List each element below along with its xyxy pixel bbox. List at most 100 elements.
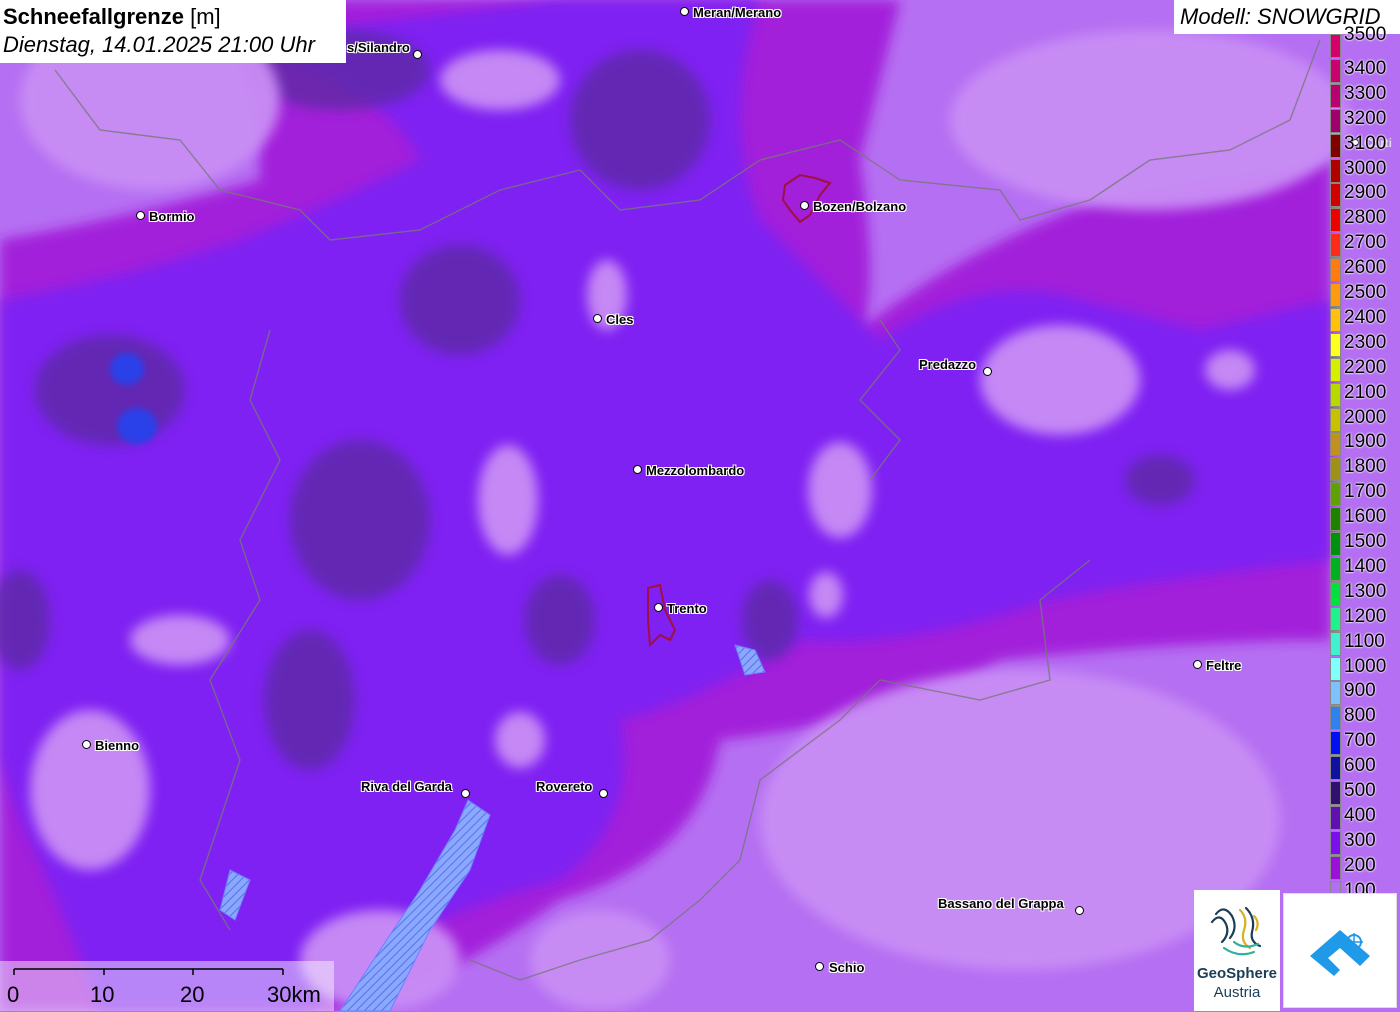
city-label: Bozen/Bolzano bbox=[813, 199, 907, 214]
legend-label: 1800 bbox=[1344, 456, 1387, 478]
city-label: Riva del Garda bbox=[361, 779, 453, 794]
map-title: Schneefallgrenze [m] bbox=[3, 4, 221, 30]
legend-label: 2100 bbox=[1344, 381, 1387, 403]
city-label: Rovereto bbox=[536, 779, 593, 794]
city-label: Feltre bbox=[1206, 658, 1242, 673]
legend-swatch bbox=[1330, 83, 1341, 108]
legend-label: 1900 bbox=[1344, 431, 1387, 453]
city-label: Meran/Merano bbox=[693, 5, 782, 20]
city-marker bbox=[654, 603, 663, 612]
legend-swatch bbox=[1330, 731, 1341, 756]
legend-label: 200 bbox=[1344, 854, 1376, 876]
legend-label: 600 bbox=[1344, 755, 1376, 777]
scale-label-0: 0 bbox=[7, 982, 20, 1007]
legend-swatch bbox=[1330, 208, 1341, 233]
city-marker bbox=[1075, 906, 1084, 915]
city-label: Schio bbox=[829, 960, 865, 975]
legend-label: 1600 bbox=[1344, 506, 1387, 528]
city-label: Bormio bbox=[149, 209, 195, 224]
legend-label: 2400 bbox=[1344, 306, 1387, 328]
legend-swatch bbox=[1330, 382, 1341, 407]
legend-swatch bbox=[1330, 556, 1341, 581]
legend-swatch bbox=[1330, 357, 1341, 382]
legend-swatch bbox=[1330, 133, 1341, 158]
legend-label: 900 bbox=[1344, 680, 1376, 702]
geosphere-emblem-icon bbox=[1210, 906, 1262, 956]
legend-swatch bbox=[1330, 34, 1341, 58]
legend-swatch bbox=[1330, 407, 1341, 432]
city-marker bbox=[599, 789, 608, 798]
legend-label: 1000 bbox=[1344, 655, 1387, 677]
legend-label: 3200 bbox=[1344, 107, 1387, 129]
legend-label: 800 bbox=[1344, 705, 1376, 727]
city-marker bbox=[413, 50, 422, 59]
legend-label: 1200 bbox=[1344, 605, 1387, 627]
parameter-name: Schneefallgrenze bbox=[3, 4, 184, 29]
legend-label: 2500 bbox=[1344, 282, 1387, 303]
city-label: Cles bbox=[606, 312, 634, 327]
legend-swatch bbox=[1330, 781, 1341, 805]
house-snowflake-icon bbox=[1310, 930, 1370, 976]
legend-label: 1300 bbox=[1344, 580, 1387, 602]
legend-swatch bbox=[1330, 457, 1341, 482]
legend-swatch bbox=[1330, 706, 1341, 731]
legend-label: 2300 bbox=[1344, 331, 1387, 353]
city-label: Predazzo bbox=[919, 357, 977, 372]
city-marker bbox=[680, 7, 689, 16]
legend-swatch bbox=[1330, 283, 1341, 307]
legend-swatch bbox=[1330, 805, 1341, 830]
city-marker bbox=[983, 367, 992, 376]
city-marker bbox=[461, 789, 470, 798]
city-marker bbox=[593, 314, 602, 323]
city-marker bbox=[633, 465, 642, 474]
geosphere-country: Austria bbox=[1213, 984, 1261, 1001]
legend-label: 3300 bbox=[1344, 82, 1387, 104]
legend-swatch bbox=[1330, 507, 1341, 532]
geosphere-logo[interactable]: GeoSphere Austria bbox=[1194, 890, 1280, 1011]
legend-swatch bbox=[1330, 108, 1341, 133]
city-marker bbox=[815, 962, 824, 971]
legend-label: 1100 bbox=[1344, 630, 1385, 652]
scale-bar-line bbox=[13, 968, 284, 975]
legend-label: 2700 bbox=[1344, 232, 1387, 254]
legend-label: 3500 bbox=[1344, 24, 1387, 45]
legend-swatch bbox=[1330, 183, 1341, 208]
legend-label: 2200 bbox=[1344, 356, 1387, 378]
city-marker bbox=[82, 740, 91, 749]
legend-swatch bbox=[1330, 656, 1341, 681]
geosphere-name: GeoSphere bbox=[1196, 965, 1278, 982]
legend-swatch bbox=[1330, 681, 1341, 706]
city-marker bbox=[136, 211, 145, 220]
legend-swatch bbox=[1330, 58, 1341, 83]
scale-label-20: 20 bbox=[180, 982, 205, 1007]
legend-label: 2600 bbox=[1344, 257, 1387, 279]
city-label: Trento bbox=[667, 601, 707, 616]
legend-label: 700 bbox=[1344, 730, 1376, 752]
legend-label: 2000 bbox=[1344, 406, 1387, 428]
legend-label: 500 bbox=[1344, 780, 1376, 801]
city-label: Mezzolombardo bbox=[646, 463, 745, 478]
legend-swatch bbox=[1330, 307, 1341, 332]
snowline-map[interactable] bbox=[0, 0, 1400, 1011]
city-label: Bassano del Grappa bbox=[938, 896, 1064, 911]
legend-swatch bbox=[1330, 332, 1341, 357]
legend-swatch bbox=[1330, 581, 1341, 606]
weather-app-logo[interactable] bbox=[1283, 893, 1397, 1008]
parameter-unit: [m] bbox=[190, 4, 221, 29]
legend-swatch bbox=[1330, 532, 1341, 556]
legend-label: 3400 bbox=[1344, 57, 1387, 79]
legend-swatch bbox=[1330, 830, 1341, 855]
legend-label: 300 bbox=[1344, 829, 1376, 851]
legend-label: 3000 bbox=[1344, 157, 1387, 179]
scale-label-10: 10 bbox=[90, 982, 115, 1007]
legend-label: 1500 bbox=[1344, 531, 1387, 552]
legend-label: 2900 bbox=[1344, 182, 1387, 204]
legend-swatch bbox=[1330, 855, 1341, 880]
city-marker bbox=[800, 201, 809, 210]
city-marker bbox=[1193, 660, 1202, 669]
legend-label: 3100 bbox=[1344, 132, 1387, 154]
scale-bar: 0 10 20 30km bbox=[0, 961, 334, 1011]
legend-swatch bbox=[1330, 606, 1341, 631]
legend-swatch bbox=[1330, 158, 1341, 183]
legend-swatch bbox=[1330, 756, 1341, 781]
